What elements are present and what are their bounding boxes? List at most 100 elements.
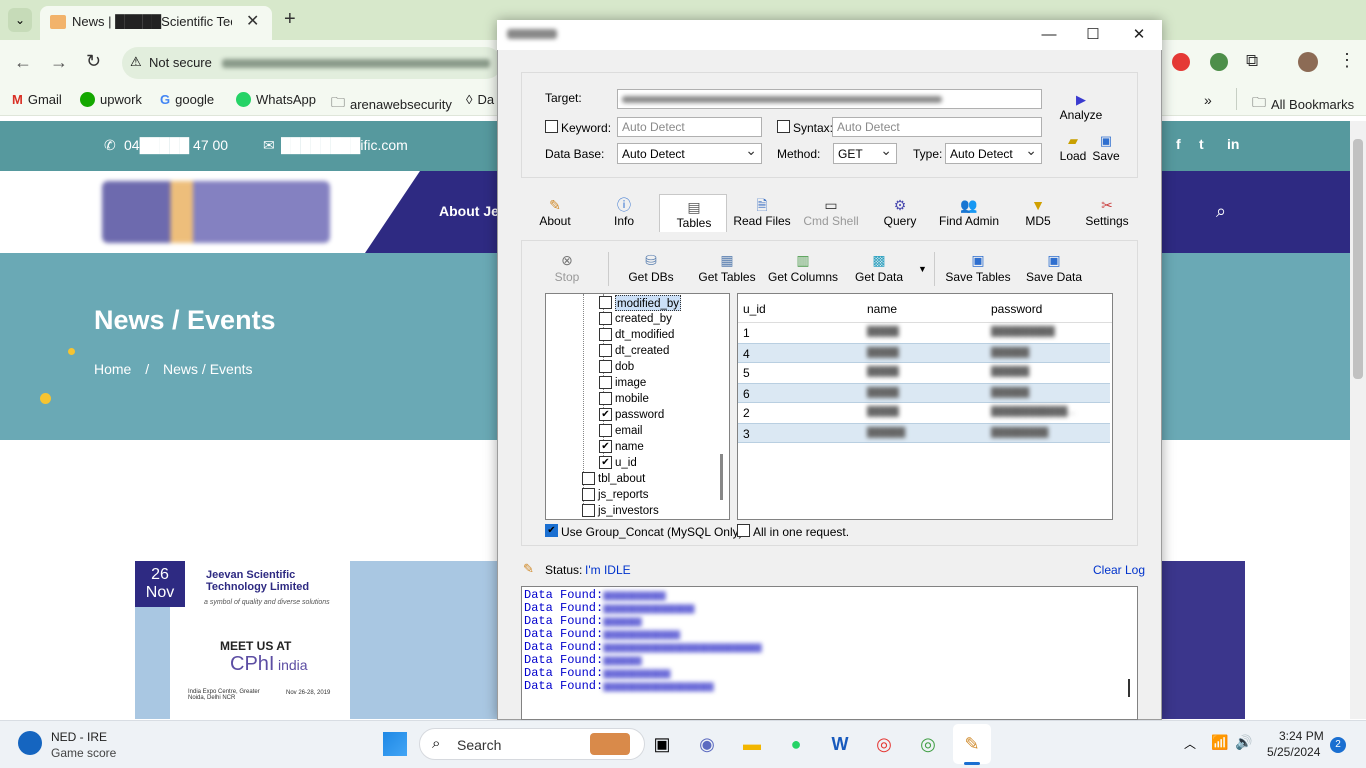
analyze-button[interactable]: ▶ Analyze (1059, 92, 1103, 122)
column-checkbox[interactable] (599, 312, 612, 325)
type-select[interactable]: Auto Detect (945, 142, 1042, 164)
stop-button[interactable]: ⊗ Stop (549, 252, 585, 284)
all-in-one-checkbox[interactable] (737, 524, 750, 537)
weather-sub[interactable]: Game score (51, 746, 116, 760)
get-dbs-button[interactable]: ⛁ Get DBs (624, 252, 678, 284)
table-name[interactable]: tbl_about (598, 471, 645, 487)
bookmark-arenawebsecurity[interactable]: 🗀 arenawebsecurity (331, 92, 452, 116)
back-icon[interactable]: ← (14, 52, 32, 73)
close-window-icon[interactable]: ✕ (1116, 22, 1162, 48)
whatsapp-taskbar-icon[interactable]: ● (783, 731, 809, 757)
table-row[interactable]: 1 █████ ██████████ (738, 323, 1110, 343)
bookmark-whatsapp[interactable]: WhatsApp (236, 92, 316, 107)
tab-read-files[interactable]: 🗎 Read Files (727, 196, 797, 232)
column-name[interactable]: dob (615, 359, 634, 375)
group-concat-checkbox[interactable] (545, 524, 558, 537)
minimize-icon[interactable]: — (1026, 22, 1072, 48)
tab-cmd-shell[interactable]: ▭ Cmd Shell (796, 196, 866, 232)
bookmark-upwork[interactable]: upwork (80, 92, 142, 107)
weather-title[interactable]: NED - IRE (51, 730, 107, 744)
task-view-icon[interactable]: ▣ (649, 731, 675, 757)
tab-md5[interactable]: ▼ MD5 (1003, 196, 1073, 232)
column-checkbox[interactable] (599, 376, 612, 389)
address-bar[interactable]: ⚠ Not secure (122, 47, 502, 79)
load-button[interactable]: ▰ Load (1058, 133, 1088, 163)
site-email[interactable]: ████████ific.com (281, 137, 408, 153)
column-checkbox[interactable] (599, 440, 612, 453)
tab-settings[interactable]: ✂ Settings (1072, 196, 1142, 232)
column-checkbox[interactable] (599, 424, 612, 437)
browser-menu-icon[interactable]: ⋮ (1338, 50, 1356, 71)
page-scrollbar[interactable] (1350, 121, 1366, 719)
maximize-icon[interactable]: ☐ (1070, 22, 1116, 48)
get-columns-button[interactable]: ▥ Get Columns (765, 252, 841, 284)
tab-find-admin[interactable]: 👥 Find Admin (934, 196, 1004, 232)
save-tables-button[interactable]: ▣ Save Tables (944, 252, 1012, 284)
column-checkbox[interactable] (599, 328, 612, 341)
all-bookmarks[interactable]: 🗀 All Bookmarks (1252, 92, 1354, 116)
extension-red-icon[interactable] (1172, 53, 1190, 71)
table-row[interactable]: 5 █████ ██████ (738, 363, 1110, 383)
grid-header-password[interactable]: password (991, 302, 1042, 316)
clear-log-link[interactable]: Clear Log (1093, 563, 1145, 577)
bookmark-google[interactable]: Ggoogle (160, 92, 214, 107)
more-bookmarks-icon[interactable]: » (1204, 92, 1212, 108)
column-name[interactable]: u_id (615, 455, 637, 471)
keyword-checkbox[interactable] (545, 120, 558, 133)
file-explorer-icon[interactable]: ▬ (739, 731, 765, 757)
site-phone[interactable]: 04█████ 47 00 (124, 137, 228, 153)
column-name[interactable]: image (615, 375, 646, 391)
method-select[interactable]: GET (833, 142, 897, 164)
table-row[interactable]: 3 ██████ █████████ (738, 423, 1110, 443)
get-data-button[interactable]: ▩ Get Data (852, 252, 906, 284)
get-tables-button[interactable]: ▦ Get Tables (697, 252, 757, 284)
database-select[interactable]: Auto Detect (617, 142, 762, 164)
extension-globe-icon[interactable] (1210, 53, 1228, 71)
table-name[interactable]: js_reports (598, 487, 649, 503)
scrollbar-thumb[interactable] (1353, 139, 1363, 379)
grid-header-uid[interactable]: u_id (743, 302, 766, 316)
site-logo[interactable] (102, 181, 330, 243)
column-checkbox[interactable] (599, 360, 612, 373)
crumb-home[interactable]: Home (94, 361, 131, 377)
syntax-input[interactable]: Auto Detect (832, 117, 1042, 137)
chrome-profile-2-icon[interactable]: ◎ (915, 731, 941, 757)
word-icon[interactable]: W (827, 731, 853, 757)
column-name[interactable]: name (615, 439, 644, 455)
extensions-puzzle-icon[interactable]: ⧉ (1246, 51, 1258, 71)
column-checkbox[interactable] (599, 456, 612, 469)
table-checkbox[interactable] (582, 488, 595, 501)
table-checkbox[interactable] (582, 472, 595, 485)
tab-about[interactable]: ✎ About (520, 196, 590, 232)
linkedin-icon[interactable]: in (1227, 136, 1239, 152)
column-checkbox[interactable] (599, 296, 612, 309)
column-checkbox[interactable] (599, 392, 612, 405)
log-output[interactable]: Data Found:█████████████ Data Found:█████… (521, 586, 1138, 720)
get-data-dropdown-icon[interactable]: ▼ (918, 264, 927, 274)
save-data-button[interactable]: ▣ Save Data (1024, 252, 1084, 284)
column-name[interactable]: dt_modified (615, 327, 674, 343)
log-scrollbar-thumb[interactable] (1128, 679, 1130, 697)
target-url-input[interactable] (617, 89, 1042, 109)
column-checkbox[interactable] (599, 408, 612, 421)
wifi-icon[interactable]: 📶 (1211, 734, 1228, 751)
table-checkbox[interactable] (582, 504, 595, 517)
tab-search-button[interactable]: ⌄ (8, 8, 32, 32)
bookmark-gmail[interactable]: M Gmail (12, 92, 62, 107)
table-row[interactable]: 4 █████ ██████ (738, 343, 1110, 363)
close-tab-icon[interactable]: ✕ (246, 11, 259, 31)
syntax-checkbox[interactable] (777, 120, 790, 133)
browser-tab[interactable]: News | █████Scientific Techno ✕ (40, 6, 272, 40)
facebook-icon[interactable]: f (1176, 136, 1181, 152)
save-button[interactable]: ▣ Save (1091, 133, 1121, 163)
table-name[interactable]: js_investors (598, 503, 659, 519)
search-icon[interactable]: ⌕ (1216, 201, 1226, 222)
column-checkbox[interactable] (599, 344, 612, 357)
tab-info[interactable]: ⓘ Info (589, 196, 659, 232)
teams-icon[interactable]: ◉ (694, 731, 720, 757)
twitter-icon[interactable]: t (1199, 136, 1204, 152)
column-name[interactable]: password (615, 407, 664, 423)
tree-scrollbar-thumb[interactable] (720, 454, 723, 500)
tab-tables[interactable]: ▤ Tables (659, 198, 729, 234)
notification-badge[interactable]: 2 (1330, 737, 1346, 753)
